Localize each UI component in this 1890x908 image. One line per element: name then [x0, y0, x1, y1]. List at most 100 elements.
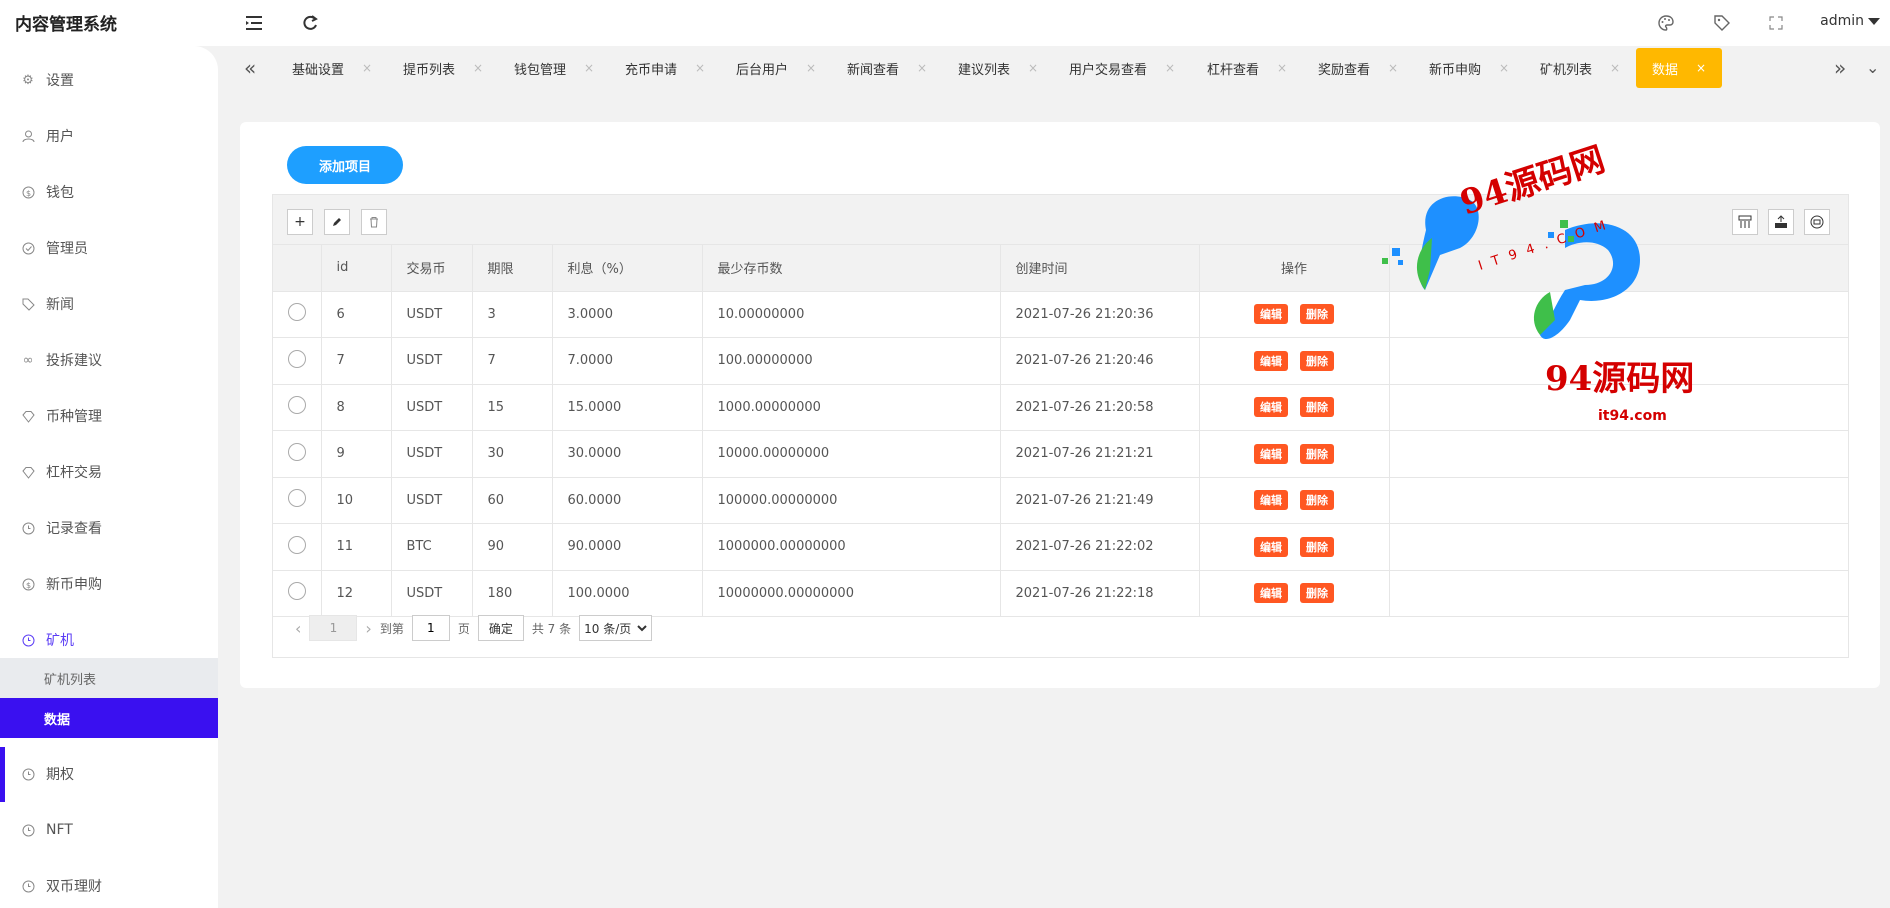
close-icon[interactable]: ×: [695, 61, 705, 75]
close-icon[interactable]: ×: [1499, 61, 1509, 75]
tab-basic-settings[interactable]: 基础设置 ×: [292, 46, 372, 90]
edit-button[interactable]: 编辑: [1254, 350, 1288, 371]
sidebar-item-records[interactable]: 记录查看: [0, 500, 218, 556]
sidebar-item-currency[interactable]: 币种管理: [0, 388, 218, 444]
sidebar-item-label: 设置: [46, 73, 74, 89]
delete-button[interactable]: 删除: [1300, 536, 1334, 557]
user-menu[interactable]: admin: [1820, 13, 1880, 29]
close-icon[interactable]: ×: [1165, 61, 1175, 75]
delete-button[interactable]: 删除: [1300, 304, 1334, 325]
close-icon[interactable]: ×: [1028, 61, 1038, 75]
sidebar-item-suggestions[interactable]: ∞ 投拆建议: [0, 332, 218, 388]
sidebar: ⚙ 设置 用户 $ 钱包 管理员 新闻 ∞ 投拆建议 币种管理 杠杆交易 记录查…: [0, 46, 218, 908]
sidebar-item-dual-coin[interactable]: 双币理财: [0, 858, 218, 908]
sidebar-item-users[interactable]: 用户: [0, 108, 218, 164]
close-icon[interactable]: ×: [917, 61, 927, 75]
sidebar-item-news[interactable]: 新闻: [0, 276, 218, 332]
row-radio[interactable]: [288, 396, 306, 415]
delete-button[interactable]: 删除: [1300, 443, 1334, 464]
edit-button[interactable]: 编辑: [1254, 397, 1288, 418]
tab-suggestion-list[interactable]: 建议列表 ×: [958, 46, 1038, 90]
delete-button[interactable]: 删除: [1300, 350, 1334, 371]
add-item-button[interactable]: 添加项目: [287, 146, 403, 184]
column-header[interactable]: 交易币: [391, 245, 473, 292]
column-header[interactable]: 利息（%）: [552, 245, 703, 292]
table: id 交易币 期限 利息（%） 最少存币数 创建时间 操作 6 USDT 3 3…: [273, 245, 1848, 617]
prev-page-icon[interactable]: ‹: [295, 619, 301, 638]
tab-leverage-view[interactable]: 杠杆查看 ×: [1207, 46, 1287, 90]
close-icon[interactable]: ×: [362, 61, 372, 75]
row-radio[interactable]: [288, 442, 306, 461]
close-icon[interactable]: ×: [1610, 61, 1620, 75]
delete-button[interactable]: 删除: [1300, 583, 1334, 604]
add-icon[interactable]: +: [287, 209, 313, 235]
column-header[interactable]: 最少存币数: [702, 245, 1001, 292]
page-size-select[interactable]: 10 条/页: [579, 615, 653, 641]
tab-rewards-view[interactable]: 奖励查看 ×: [1318, 46, 1398, 90]
current-page[interactable]: 1: [309, 615, 358, 641]
trash-icon[interactable]: [361, 209, 387, 235]
edit-button[interactable]: 编辑: [1254, 443, 1288, 464]
goto-page-input[interactable]: [411, 615, 450, 641]
export-icon[interactable]: [1768, 209, 1794, 235]
next-page-icon[interactable]: ›: [365, 619, 371, 638]
edit-button[interactable]: 编辑: [1254, 583, 1288, 604]
row-radio[interactable]: [288, 489, 306, 508]
cell-interest: 30.0000: [552, 430, 703, 478]
sidebar-item-new-coin[interactable]: $ 新币申购: [0, 556, 218, 612]
sidebar-item-wallet[interactable]: $ 钱包: [0, 164, 218, 220]
sidebar-subitem-miner-list[interactable]: 矿机列表: [0, 658, 218, 698]
close-icon[interactable]: ×: [584, 61, 594, 75]
row-radio[interactable]: [288, 582, 306, 601]
delete-button[interactable]: 删除: [1300, 397, 1334, 418]
link-icon: ∞: [22, 352, 34, 368]
sidebar-item-nft[interactable]: NFT: [0, 802, 218, 858]
row-radio[interactable]: [288, 535, 306, 554]
tab-new-coin[interactable]: 新币申购 ×: [1429, 46, 1509, 90]
fullscreen-icon[interactable]: [1763, 10, 1789, 36]
tab-backend-users[interactable]: 后台用户 ×: [736, 46, 816, 90]
close-icon[interactable]: ×: [1696, 61, 1706, 75]
cell-actions: 编辑 删除: [1199, 337, 1390, 385]
tab-label: 后台用户: [736, 62, 789, 78]
edit-button[interactable]: 编辑: [1254, 304, 1288, 325]
sidebar-item-admins[interactable]: 管理员: [0, 220, 218, 276]
goto-confirm-button[interactable]: 确定: [477, 615, 524, 641]
tab-data[interactable]: 数据 ×: [1636, 48, 1723, 88]
sidebar-item-leverage[interactable]: 杠杆交易: [0, 444, 218, 500]
close-icon[interactable]: ×: [806, 61, 816, 75]
edit-icon[interactable]: [324, 209, 350, 235]
close-icon[interactable]: ×: [1388, 61, 1398, 75]
column-header[interactable]: id: [321, 245, 392, 292]
row-radio[interactable]: [288, 303, 306, 322]
column-header[interactable]: 期限: [472, 245, 553, 292]
edit-button[interactable]: 编辑: [1254, 536, 1288, 557]
sidebar-item-settings[interactable]: ⚙ 设置: [0, 52, 218, 108]
tab-wallet-management[interactable]: 钱包管理 ×: [514, 46, 594, 90]
sidebar-subitem-data[interactable]: 数据: [0, 698, 218, 738]
theme-palette-icon[interactable]: [1653, 10, 1679, 36]
sidebar-item-options[interactable]: 期权: [0, 746, 218, 802]
close-icon[interactable]: ×: [1277, 61, 1287, 75]
cell-interest: 7.0000: [552, 337, 703, 385]
edit-button[interactable]: 编辑: [1254, 490, 1288, 511]
menu-toggle-icon[interactable]: [243, 11, 267, 35]
column-header[interactable]: 创建时间: [1000, 245, 1200, 292]
tab-label: 建议列表: [958, 62, 1011, 78]
refresh-icon[interactable]: [298, 11, 322, 35]
tabs-scroll-right-icon[interactable]: »: [1834, 56, 1846, 80]
tab-withdraw-list[interactable]: 提币列表 ×: [403, 46, 483, 90]
tabs-scroll-left-icon[interactable]: «: [244, 56, 256, 80]
close-icon[interactable]: ×: [473, 61, 483, 75]
tab-deposit-requests[interactable]: 充币申请 ×: [625, 46, 705, 90]
tag-icon[interactable]: [1709, 10, 1735, 36]
row-radio[interactable]: [288, 349, 306, 368]
chevron-down-icon[interactable]: ⌄: [1866, 58, 1879, 77]
cell-actions: 编辑 删除: [1199, 477, 1390, 524]
tab-news-view[interactable]: 新闻查看 ×: [847, 46, 927, 90]
print-icon[interactable]: [1804, 209, 1830, 235]
delete-button[interactable]: 删除: [1300, 490, 1334, 511]
tab-miner-list[interactable]: 矿机列表 ×: [1540, 46, 1620, 90]
tab-user-trades[interactable]: 用户交易查看 ×: [1069, 46, 1175, 90]
columns-filter-icon[interactable]: [1732, 209, 1758, 235]
